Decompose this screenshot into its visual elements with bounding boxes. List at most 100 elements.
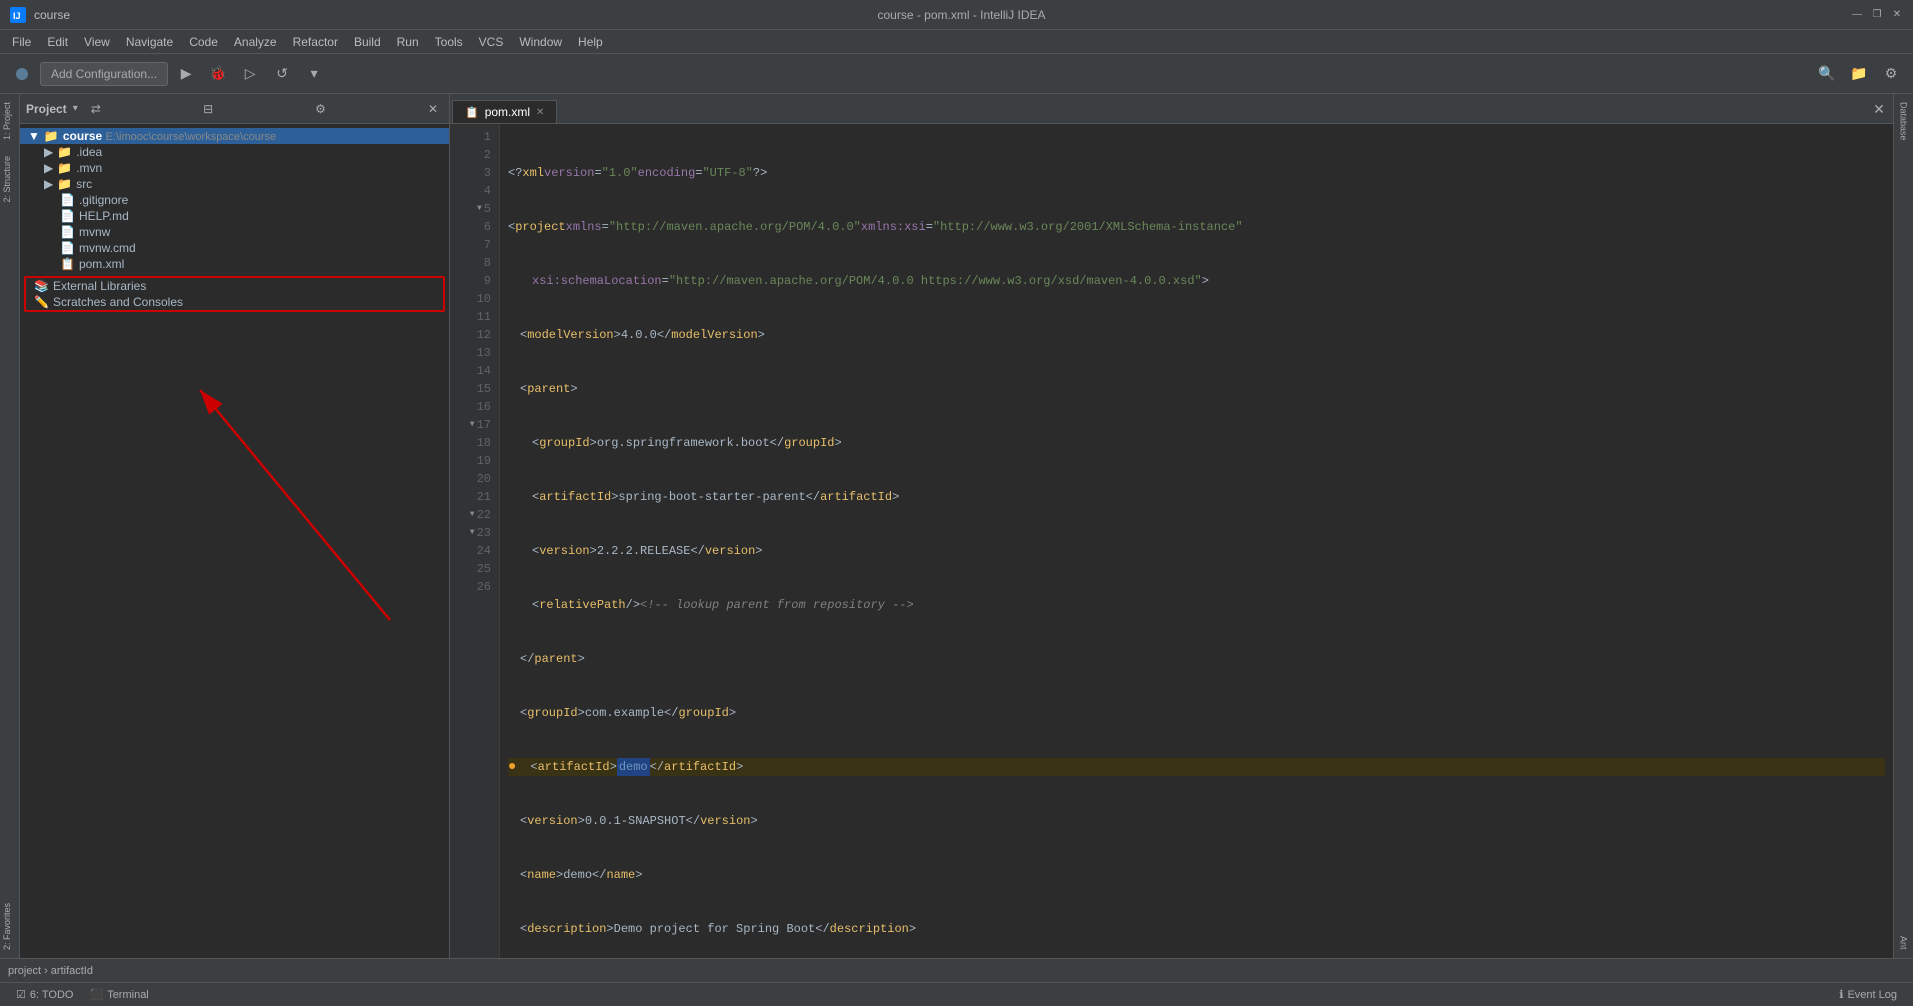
main-layout: 1: Project 2: Structure 2: Favorites Pro…	[0, 94, 1913, 958]
event-log-icon: ℹ	[1839, 988, 1843, 1001]
line-num-18: 18	[450, 434, 499, 452]
add-configuration-button[interactable]: Add Configuration...	[40, 62, 168, 86]
collapse-icon: ▶	[44, 161, 53, 175]
menu-run[interactable]: Run	[389, 33, 427, 51]
settings-icon-small[interactable]: ⚙	[311, 99, 331, 119]
line-num-3: 3	[450, 164, 499, 182]
toolbar: Add Configuration... ▶ 🐞 ▷ ↺ ▾ 🔍 📁 ⚙	[0, 54, 1913, 94]
profile-button[interactable]: ↺	[268, 60, 296, 88]
project-tab[interactable]: 1: Project	[0, 94, 19, 148]
tree-item-course-root[interactable]: ▼ 📁 course E:\imooc\course\workspace\cou…	[20, 128, 449, 144]
ant-panel-tab[interactable]: Ant	[1897, 928, 1911, 958]
expand-icon: ▼	[28, 129, 40, 143]
code-content[interactable]: <?xml version="1.0" encoding="UTF-8"?> <…	[500, 124, 1893, 958]
tree-item-scratches[interactable]: ✏️ Scratches and Consoles	[26, 294, 443, 310]
event-log-container: ℹ Event Log	[1831, 986, 1905, 1003]
code-line-1: <?xml version="1.0" encoding="UTF-8"?>	[508, 164, 1885, 182]
line-num-21: 21	[450, 488, 499, 506]
xml-tab-icon: 📋	[465, 106, 479, 119]
menu-analyze[interactable]: Analyze	[226, 33, 285, 51]
tree-item-mvn[interactable]: ▶ 📁 .mvn	[20, 160, 449, 176]
todo-button[interactable]: ☑ 6: TODO	[8, 986, 81, 1003]
favorites-tab[interactable]: 2: Favorites	[0, 895, 19, 958]
tree-label: .idea	[76, 145, 102, 159]
menu-view[interactable]: View	[76, 33, 118, 51]
project-structure-button[interactable]: 📁	[1845, 60, 1873, 88]
terminal-button[interactable]: ⬛ Terminal	[81, 986, 156, 1003]
menu-refactor[interactable]: Refactor	[285, 33, 346, 51]
sync-scroll-button[interactable]: ⇄	[86, 99, 106, 119]
status-bar: project › artifactId	[0, 958, 1913, 982]
maximize-button[interactable]: ❐	[1869, 7, 1885, 23]
code-line-4: <modelVersion>4.0.0</modelVersion>	[508, 326, 1885, 344]
code-line-10: </parent>	[508, 650, 1885, 668]
hide-panel-button[interactable]: ✕	[423, 99, 443, 119]
code-line-13: <version>0.0.1-SNAPSHOT</version>	[508, 812, 1885, 830]
toolbar-more[interactable]: ▾	[300, 60, 328, 88]
menu-file[interactable]: File	[4, 33, 39, 51]
settings-button[interactable]: ⚙	[1877, 60, 1905, 88]
database-panel-tab[interactable]: Database	[1897, 94, 1911, 149]
line-num-20: 20	[450, 470, 499, 488]
line-num-9: 9	[450, 272, 499, 290]
tree-label: .gitignore	[79, 193, 128, 207]
tree-item-mvnwcmd[interactable]: 📄 mvnw.cmd	[20, 240, 449, 256]
file-tree: ▼ 📁 course E:\imooc\course\workspace\cou…	[20, 124, 449, 958]
line-num-14: 14	[450, 362, 499, 380]
tree-item-mvnw[interactable]: 📄 mvnw	[20, 224, 449, 240]
close-button[interactable]: ✕	[1889, 7, 1905, 23]
minimize-button[interactable]: —	[1849, 7, 1865, 23]
run-button[interactable]: ▶	[172, 60, 200, 88]
code-line-11: <groupId>com.example</groupId>	[508, 704, 1885, 722]
tree-item-idea[interactable]: ▶ 📁 .idea	[20, 144, 449, 160]
chevron-down-icon[interactable]: ▾	[73, 103, 78, 114]
window-controls: — ❐ ✕	[1849, 7, 1905, 23]
file-icon: 📄	[60, 209, 75, 223]
bottom-bar: ☑ 6: TODO ⬛ Terminal ℹ Event Log	[0, 982, 1913, 1006]
line-num-12: 12	[450, 326, 499, 344]
tree-item-gitignore[interactable]: 📄 .gitignore	[20, 192, 449, 208]
menubar: File Edit View Navigate Code Analyze Ref…	[0, 30, 1913, 54]
debug-button[interactable]: 🐞	[204, 60, 232, 88]
line-num-10: 10	[450, 290, 499, 308]
event-log-label: Event Log	[1847, 989, 1897, 1001]
editor-tab-bar: 📋 pom.xml ✕ ✕	[450, 94, 1893, 124]
line-num-5: ▼5	[450, 200, 499, 218]
tree-item-helpmd[interactable]: 📄 HELP.md	[20, 208, 449, 224]
structure-tab[interactable]: 2: Structure	[0, 148, 19, 211]
line-numbers: 1 2 3 4 ▼5 6 7 8 9 10 11 12 13 14 15 16	[450, 124, 500, 958]
menu-navigate[interactable]: Navigate	[118, 33, 181, 51]
right-sidebar: Database Ant	[1893, 94, 1913, 958]
tree-item-pomxml[interactable]: 📋 pom.xml	[20, 256, 449, 272]
close-editor-button[interactable]: ✕	[1865, 95, 1893, 123]
menu-help[interactable]: Help	[570, 33, 611, 51]
line-num-25: 25	[450, 560, 499, 578]
left-vertical-tabs: 1: Project 2: Structure 2: Favorites	[0, 94, 20, 958]
tree-item-external-libraries[interactable]: 📚 External Libraries	[26, 278, 443, 294]
tree-label: HELP.md	[79, 209, 129, 223]
tree-item-src[interactable]: ▶ 📁 src	[20, 176, 449, 192]
menu-code[interactable]: Code	[181, 33, 226, 51]
tab-close-button[interactable]: ✕	[536, 107, 544, 118]
menu-edit[interactable]: Edit	[39, 33, 76, 51]
menu-vcs[interactable]: VCS	[471, 33, 512, 51]
toolbar-icon-left[interactable]	[8, 60, 36, 88]
code-line-6: <groupId>org.springframework.boot</group…	[508, 434, 1885, 452]
line-num-4: 4	[450, 182, 499, 200]
tab-label: pom.xml	[485, 105, 530, 119]
code-line-15: <description>Demo project for Spring Boo…	[508, 920, 1885, 938]
xml-file-icon: 📋	[60, 257, 75, 271]
line-num-19: 19	[450, 452, 499, 470]
menu-window[interactable]: Window	[511, 33, 570, 51]
tree-label: .mvn	[76, 161, 102, 175]
tab-pomxml[interactable]: 📋 pom.xml ✕	[452, 100, 557, 123]
menu-tools[interactable]: Tools	[427, 33, 471, 51]
coverage-button[interactable]: ▷	[236, 60, 264, 88]
project-panel-header: Project ▾ ⇄ ⊟ ⚙ ✕	[20, 94, 449, 124]
collapse-all-button[interactable]: ⊟	[198, 99, 218, 119]
menu-build[interactable]: Build	[346, 33, 389, 51]
code-line-5: <parent>	[508, 380, 1885, 398]
terminal-icon: ⬛	[89, 988, 103, 1001]
search-everywhere-button[interactable]: 🔍	[1813, 60, 1841, 88]
event-log-button[interactable]: ℹ Event Log	[1831, 986, 1905, 1003]
